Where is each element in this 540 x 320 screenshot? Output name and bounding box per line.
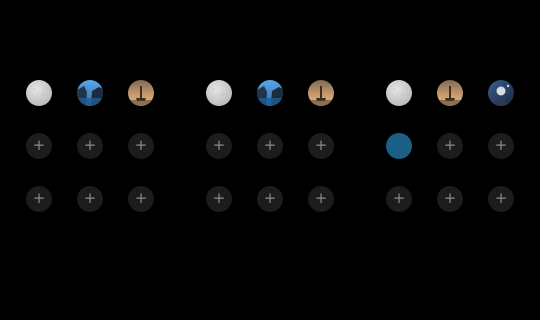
avatar-slot-gray-texture[interactable] [386,80,412,106]
add-avatar-button[interactable]: + [257,186,283,212]
add-avatar-button[interactable]: + [206,186,232,212]
plus-icon: + [392,188,406,207]
add-avatar-button[interactable]: + [437,133,463,159]
avatar-row-3: + + + [206,186,346,212]
gray-texture-image [386,80,412,106]
avatar-row-2: + + + [206,133,346,159]
add-avatar-button[interactable]: + [206,133,232,159]
sunset-landmark-image [128,80,154,106]
add-avatar-button[interactable]: + [77,133,103,159]
night-portrait-image [488,80,514,106]
avatar-slot-sunset-landmark[interactable] [308,80,334,106]
plus-icon: + [443,135,457,154]
avatar-slot-coastal-cliff[interactable] [257,80,283,106]
avatar-panel-3: + + + + + [386,80,526,212]
avatar-panel-1: + + + + + + [26,80,166,212]
plus-icon: + [212,188,226,207]
avatar-row-1 [206,80,346,106]
plus-icon: + [443,188,457,207]
add-avatar-button[interactable]: + [386,186,412,212]
gray-texture-image [26,80,52,106]
avatar-row-1 [386,80,526,106]
add-avatar-button[interactable]: + [26,186,52,212]
add-avatar-button[interactable]: + [128,186,154,212]
plus-icon: + [134,188,148,207]
avatar-slot-night-portrait[interactable] [488,80,514,106]
add-avatar-button[interactable]: + [26,133,52,159]
avatar-slot-sunset-landmark[interactable] [437,80,463,106]
plus-icon: + [263,135,277,154]
avatar-slot-gray-texture[interactable] [206,80,232,106]
plus-icon: + [83,135,97,154]
plus-icon: + [32,188,46,207]
sunset-landmark-image [308,80,334,106]
plus-icon: + [32,135,46,154]
plus-icon: + [212,135,226,154]
avatar-slot-sunset-landmark[interactable] [128,80,154,106]
selected-avatar-slot[interactable] [386,133,412,159]
avatar-row-3: + + + [26,186,166,212]
plus-icon: + [314,135,328,154]
avatar-slot-gray-texture[interactable] [26,80,52,106]
avatar-panel-2: + + + + + + [206,80,346,212]
plus-icon: + [134,135,148,154]
add-avatar-button[interactable]: + [437,186,463,212]
add-avatar-button[interactable]: + [308,186,334,212]
plus-icon: + [314,188,328,207]
gray-texture-image [206,80,232,106]
avatar-row-2: + + + [26,133,166,159]
sunset-landmark-image [437,80,463,106]
add-avatar-button[interactable]: + [77,186,103,212]
add-avatar-button[interactable]: + [128,133,154,159]
add-avatar-button[interactable]: + [308,133,334,159]
plus-icon: + [83,188,97,207]
plus-icon: + [494,188,508,207]
add-avatar-button[interactable]: + [488,133,514,159]
plus-icon: + [263,188,277,207]
plus-icon: + [494,135,508,154]
coastal-cliff-image [77,80,103,106]
avatar-row-1 [26,80,166,106]
avatar-row-2: + + [386,133,526,159]
avatar-slot-coastal-cliff[interactable] [77,80,103,106]
coastal-cliff-image [257,80,283,106]
add-avatar-button[interactable]: + [257,133,283,159]
avatar-row-3: + + + [386,186,526,212]
add-avatar-button[interactable]: + [488,186,514,212]
